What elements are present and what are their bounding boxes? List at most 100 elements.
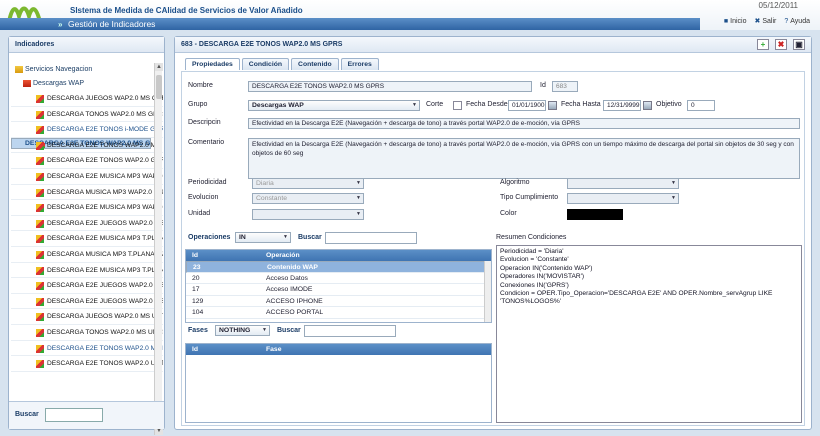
indicator-detail-panel: 683 - DESCARGA E2E TONOS WAP2.0 MS GPRS … <box>174 36 812 430</box>
app-title: SIstema de Medida de CAlidad de Servicio… <box>70 6 303 15</box>
indicator-item[interactable]: DESCARGA TONOS WAP2.0 MS UMTS <box>11 325 163 341</box>
indicator-item-label: DESCARGA E2E MUSICA MP3 T.PLAN <box>47 235 163 243</box>
table-row[interactable]: 129 ACCESO IPHONE <box>186 296 491 307</box>
resumen-line: Conexiones IN('GPRS') <box>500 281 569 289</box>
tab-propiedades[interactable]: Propiedades <box>185 58 240 70</box>
grupo-label: Grupo <box>188 101 208 108</box>
indicator-item-label: DESCARGA JUEGOS WAP2.0 MS GPR <box>47 95 163 102</box>
tab-contenido[interactable]: Contenido <box>291 58 339 70</box>
indicator-item-label: DESCARGA E2E MUSICA MP3 WAP2.0 <box>47 204 163 212</box>
fecha-hasta-field[interactable]: 12/31/9999 <box>603 100 641 111</box>
fases-search-label: Buscar <box>277 327 301 334</box>
fecha-hasta-label: Fecha Hasta <box>561 101 601 108</box>
indicator-item[interactable]: DESCARGA JUEGOS WAP2.0 MS GPR <box>11 91 163 107</box>
grupo-value: Descargas WAP <box>252 102 304 109</box>
indicator-item[interactable]: DESCARGA E2E TONOS WAP2.0 MS L <box>11 341 163 357</box>
table-row[interactable]: 17 Acceso IMODE <box>186 284 491 296</box>
fases-filter-value: NOTHING <box>219 327 251 334</box>
table-row[interactable]: 104 ACCESO PORTAL <box>186 307 491 319</box>
tree-node-root[interactable]: Servicios Navegacion <box>11 63 163 77</box>
tree-node-group[interactable]: Descargas WAP <box>11 77 163 91</box>
home-icon: ■ <box>723 17 729 25</box>
indicator-item[interactable]: DESCARGA E2E MUSICA MP3 T.PLANA <box>11 263 163 279</box>
indicator-icon <box>36 266 44 275</box>
indicator-icon <box>36 282 44 291</box>
delete-icon[interactable]: ✖ <box>775 39 787 50</box>
indicator-item[interactable]: DESCARGA E2E TONOS WAP2.0 MS <box>11 138 163 154</box>
indicator-list: DESCARGA JUEGOS WAP2.0 MS GPR DESCARGA TO… <box>11 91 163 372</box>
periodicidad-select[interactable]: Diaria ▼ <box>252 178 364 189</box>
tab-condición[interactable]: Condición <box>241 58 290 70</box>
objetivo-field[interactable]: 0 <box>687 100 715 111</box>
table-row[interactable]: 23 Contenido WAP <box>186 261 491 273</box>
left-search-label: Buscar <box>15 411 39 418</box>
indicator-item[interactable]: DESCARGA E2E MUSICA MP3 WAP2.0 <box>11 200 163 216</box>
nombre-label: Nombre <box>188 82 213 89</box>
save-icon[interactable]: ▣ <box>793 39 805 50</box>
operaciones-filter-select[interactable]: IN ▼ <box>235 232 291 243</box>
indicator-item[interactable]: DESCARGA E2E JUEGOS WAP2.0 MS <box>11 294 163 310</box>
fecha-desde-field[interactable]: 01/01/1900 <box>508 100 546 111</box>
grupo-select[interactable]: Descargas WAP ▼ <box>248 100 420 111</box>
operaciones-label: Operaciones <box>188 234 231 241</box>
indicator-item-label: DESCARGA E2E TONOS i-MODE GPRS <box>47 126 163 134</box>
fases-search-input[interactable] <box>304 325 396 337</box>
tipo-cumplimiento-select[interactable]: ▼ <box>567 193 679 204</box>
algoritmo-select[interactable]: ▼ <box>567 178 679 189</box>
indicator-item[interactable]: DESCARGA E2E MUSICA MP3 WAP2.0 <box>11 169 163 185</box>
indicator-icon <box>36 297 44 306</box>
row-operacion: Acceso Datos <box>266 274 308 282</box>
tab-errores[interactable]: Errores <box>340 58 379 70</box>
unidad-select[interactable]: ▼ <box>252 209 364 220</box>
indicator-item[interactable]: DESCARGA E2E TONOS WAP2.0 GPRS <box>11 153 163 169</box>
table-row[interactable]: 20 Acceso Datos <box>186 273 491 284</box>
nav-ayuda[interactable]: ? Ayuda <box>784 17 810 25</box>
scroll-thumb[interactable] <box>156 75 162 99</box>
indicator-item-label: DESCARGA E2E MUSICA MP3 WAP2.0 <box>47 172 163 180</box>
indicator-item[interactable]: DESCARGA MUSICA MP3 T.PLANA WA <box>11 247 163 263</box>
row-operacion: ACCESO IPHONE <box>266 297 323 305</box>
operaciones-scrollbar[interactable] <box>484 261 491 322</box>
add-icon[interactable]: + <box>757 39 769 50</box>
indicator-item-label: DESCARGA MUSICA MP3 WAP2.0 MS <box>47 188 163 196</box>
resumen-line: Evolucion = 'Constante' <box>500 256 569 264</box>
nav-inicio[interactable]: ■ Inicio <box>724 17 747 25</box>
indicator-item[interactable]: DESCARGA E2E JUEGOS WAP2.0 MS <box>11 278 163 294</box>
comentario-label: Comentario <box>188 139 225 146</box>
calendar-icon[interactable] <box>643 101 652 110</box>
toolbar: + ✖ ▣ <box>757 39 805 50</box>
unidad-label: Unidad <box>188 210 211 217</box>
col-operacion: Operación <box>266 252 300 259</box>
comentario-field[interactable]: Efectividad en la Descarga E2E (Navegaci… <box>248 138 800 179</box>
color-swatch[interactable] <box>567 209 623 220</box>
row-id: 20 <box>192 274 200 282</box>
indicator-item[interactable]: DESCARGA E2E MUSICA MP3 T.PLAN <box>11 231 163 247</box>
nombre-field[interactable]: DESCARGA E2E TONOS WAP2.0 MS GPRS <box>248 81 532 92</box>
indicator-item[interactable]: DESCARGA E2E JUEGOS WAP2.0 MS <box>11 216 163 232</box>
nav-inicio-label: Inicio <box>730 17 747 25</box>
indicator-icon <box>36 344 44 353</box>
corte-checkbox[interactable] <box>453 101 462 110</box>
evolucion-select[interactable]: Constante ▼ <box>252 193 364 204</box>
top-nav: ■ Inicio ✖ Salir ? Ayuda <box>724 17 810 26</box>
indicator-item-label: DESCARGA E2E JUEGOS WAP2.0 MS <box>47 297 163 305</box>
descripcion-field[interactable]: Efectividad en la Descarga E2E (Navegaci… <box>248 118 800 129</box>
indicator-icon <box>36 235 44 244</box>
indicator-item[interactable]: DESCARGA E2E TONOS i-MODE GPRS <box>11 122 163 138</box>
indicator-item[interactable]: DESCARGA JUEGOS WAP2.0 MS UMTS <box>11 309 163 325</box>
tree-scrollbar[interactable]: ▲ ▼ <box>154 63 163 435</box>
indicator-item[interactable]: DESCARGA E2E TONOS WAP2.0 UMT <box>11 356 163 372</box>
indicator-item[interactable]: DESCARGA MUSICA MP3 WAP2.0 MS <box>11 185 163 201</box>
left-search-input[interactable] <box>45 408 103 422</box>
indicator-item-label: DESCARGA TONOS WAP2.0 MS UMTS <box>47 328 163 336</box>
indicators-panel: Indicadores Servicios Navegacion Descarg… <box>8 36 165 435</box>
detail-tabs: Propiedades Condición Contenido Errores <box>185 58 379 70</box>
indicator-item[interactable]: DESCARGA TONOS WAP2.0 MS GPRS <box>11 107 163 123</box>
calendar-icon[interactable] <box>548 101 557 110</box>
operaciones-search-input[interactable] <box>325 232 417 244</box>
scroll-up-icon[interactable]: ▲ <box>155 63 163 71</box>
fases-filter-select[interactable]: NOTHING ▼ <box>215 325 270 336</box>
periodicidad-label: Periodicidad <box>188 179 227 186</box>
tipo-cumplimiento-label: Tipo Cumplimiento <box>500 194 559 201</box>
nav-salir[interactable]: ✖ Salir <box>754 17 776 26</box>
